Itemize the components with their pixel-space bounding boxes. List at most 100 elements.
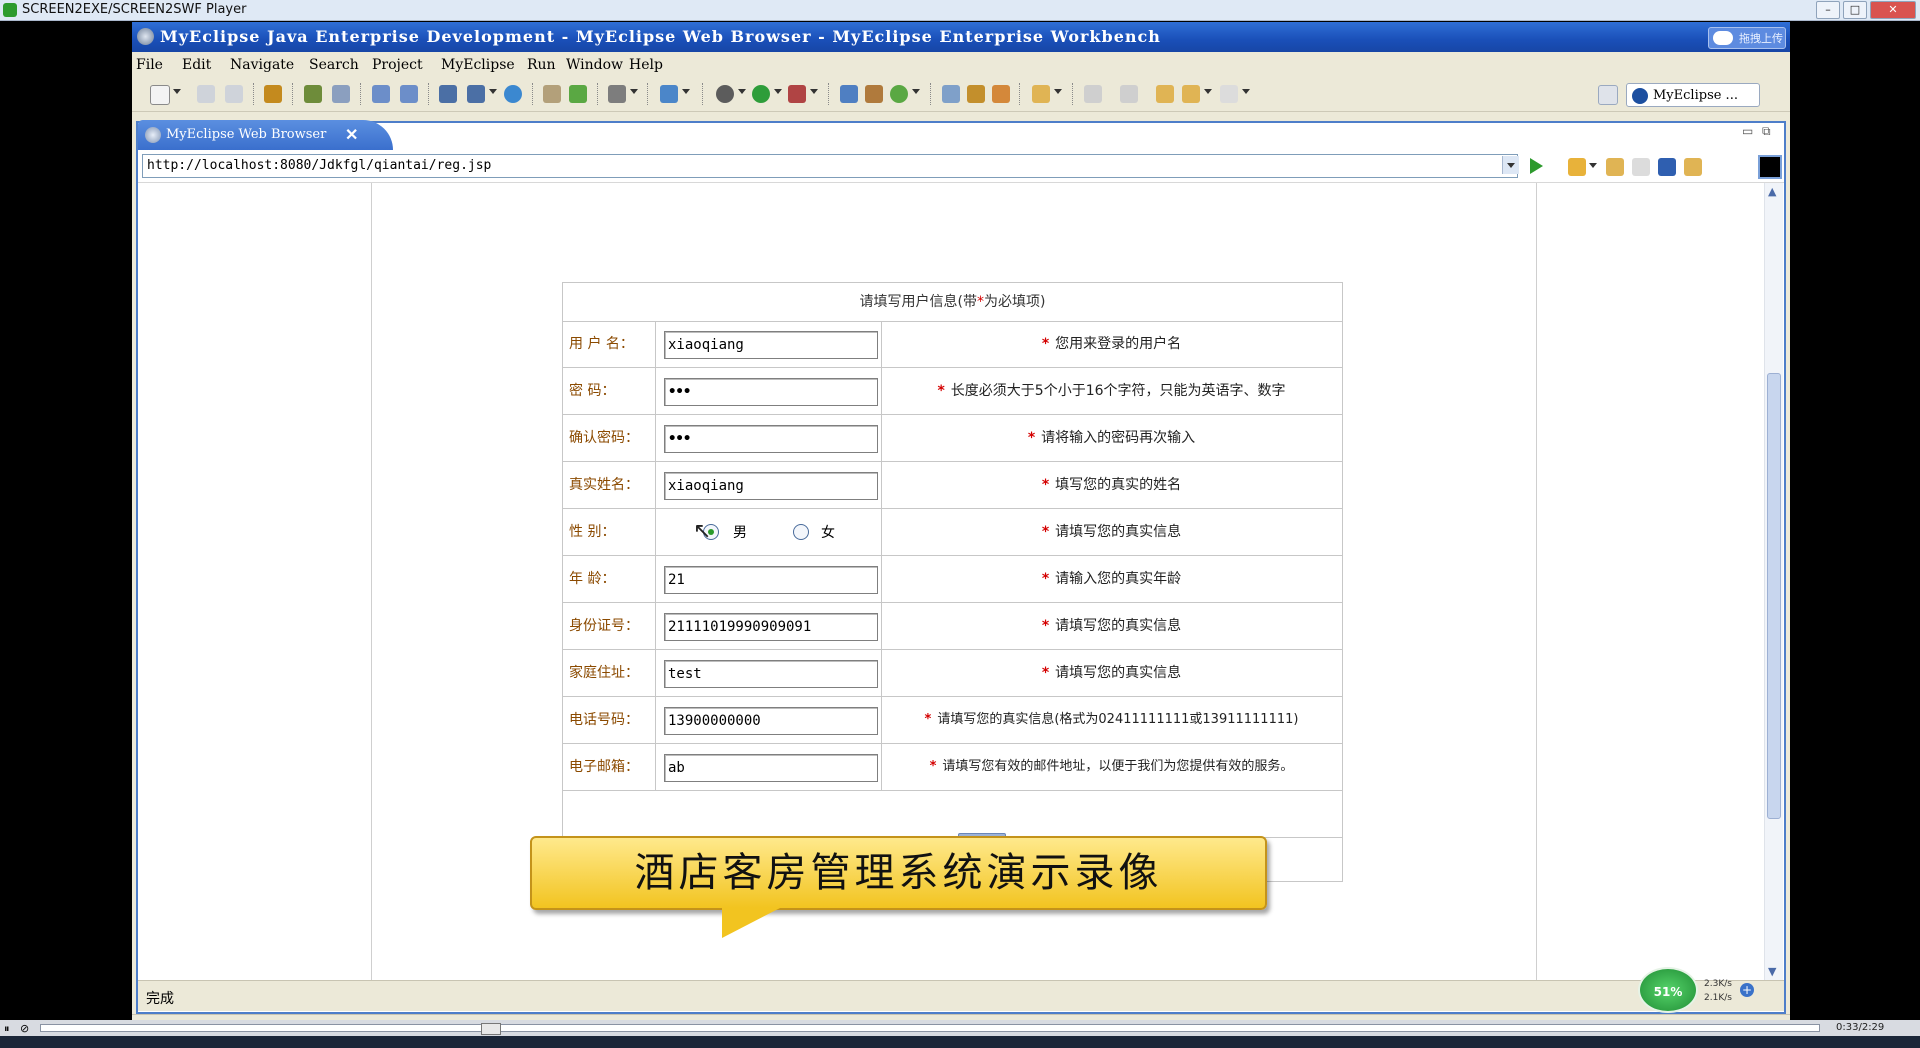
phone-hint: * 请填写您的真实信息(格式为02411111111或13911111111) [881, 697, 1342, 743]
stop-icon[interactable] [1658, 158, 1676, 176]
debug-icon[interactable] [304, 85, 322, 103]
add-icon[interactable] [569, 85, 587, 103]
package-icon[interactable] [264, 85, 282, 103]
new-interface-icon[interactable] [865, 85, 883, 103]
scroll-up-icon[interactable]: ▲ [1768, 185, 1776, 198]
print-icon[interactable] [225, 85, 243, 103]
address-input[interactable]: test [664, 660, 878, 688]
password-input[interactable]: ••• [664, 378, 878, 406]
new-dropdown-icon[interactable] [173, 89, 181, 94]
username-input[interactable]: xiaoqiang [664, 331, 878, 359]
server-dropdown-icon[interactable] [489, 89, 497, 94]
required-mark: * [1041, 665, 1050, 681]
menu-navigate[interactable]: Navigate [230, 57, 294, 73]
menu-myeclipse[interactable]: MyEclipse [441, 57, 515, 73]
real-name-input[interactable]: xiaoqiang [664, 472, 878, 500]
maximize-view-icon[interactable]: ⧉ [1762, 124, 1771, 139]
search-java-icon[interactable] [372, 85, 390, 103]
scroll-down-icon[interactable]: ▼ [1768, 965, 1776, 978]
external-tools-icon[interactable] [788, 85, 806, 103]
seek-bar[interactable] [40, 1023, 1820, 1035]
form-heading: 请填写用户信息(带*为必填项) [563, 283, 1342, 322]
menu-window[interactable]: Window [566, 57, 623, 73]
folder-icon[interactable] [1032, 85, 1050, 103]
email-input[interactable]: ab [664, 754, 878, 782]
refresh-dropdown-icon[interactable] [912, 89, 920, 94]
browser-back-icon[interactable] [1606, 158, 1624, 176]
save-icon[interactable] [197, 85, 215, 103]
url-input[interactable]: http://localhost:8080/Jdkfgl/qiantai/reg… [142, 154, 1518, 178]
open-type-icon[interactable] [942, 85, 960, 103]
camera-icon[interactable] [608, 85, 626, 103]
gender-female-radio[interactable] [793, 524, 809, 540]
search-icon[interactable] [400, 85, 418, 103]
favorites-dropdown-icon[interactable] [1589, 163, 1597, 168]
run-dropdown-icon[interactable] [774, 89, 782, 94]
browser-mode-icon[interactable] [1758, 155, 1782, 179]
stop-playback-icon[interactable]: ⊘ [20, 1022, 29, 1035]
menu-file[interactable]: File [136, 57, 163, 73]
close-icon[interactable]: ✕ [345, 120, 358, 150]
heading-prefix: 请填写用户信息(带 [859, 294, 977, 310]
open-folder-icon[interactable] [543, 85, 561, 103]
server-icon[interactable] [332, 85, 350, 103]
plus-icon[interactable]: + [1740, 983, 1754, 997]
maximize-button[interactable]: □ [1843, 1, 1867, 19]
tools-dropdown-icon[interactable] [810, 89, 818, 94]
back-dropdown-icon[interactable] [1204, 89, 1212, 94]
tab-web-browser[interactable]: MyEclipse Web Browser ✕ [138, 120, 393, 150]
forward-icon[interactable] [1220, 85, 1238, 103]
new-class-icon[interactable] [840, 85, 858, 103]
debug-dropdown-icon[interactable] [738, 89, 746, 94]
new-icon[interactable] [150, 85, 170, 105]
phone-input[interactable]: 13900000000 [664, 707, 878, 735]
folder-dropdown-icon[interactable] [1054, 89, 1062, 94]
favorites-icon[interactable] [1568, 158, 1586, 176]
open-resource-icon[interactable] [992, 85, 1010, 103]
cell-divider [655, 697, 656, 743]
go-icon[interactable] [1530, 158, 1543, 174]
confirm-password-input[interactable]: ••• [664, 425, 878, 453]
age-input[interactable]: 21 [664, 566, 878, 594]
menu-project[interactable]: Project [372, 57, 423, 73]
camera-dropdown-icon[interactable] [630, 89, 638, 94]
cell-divider [655, 509, 656, 555]
server-run-icon[interactable] [467, 85, 485, 103]
previous-annotation-icon[interactable] [1120, 85, 1138, 103]
minimize-button[interactable]: – [1816, 1, 1840, 19]
open-perspective-icon[interactable] [1598, 85, 1618, 105]
perspective-button[interactable]: MyEclipse ... [1626, 83, 1760, 107]
scrollbar-thumb[interactable] [1767, 373, 1781, 819]
pause-icon[interactable]: ⏸ [4, 1022, 10, 1036]
id-number-input[interactable]: 21111019990909091 [664, 613, 878, 641]
cell-divider [655, 650, 656, 696]
upload-speed: 2.3K/s [1704, 979, 1732, 989]
menu-run[interactable]: Run [527, 57, 556, 73]
browser-forward-icon[interactable] [1632, 158, 1650, 176]
minimize-view-icon[interactable]: ▭ [1742, 124, 1753, 138]
url-history-dropdown[interactable] [1502, 156, 1519, 174]
close-button[interactable]: ✕ [1870, 1, 1916, 19]
network-monitor[interactable]: 51% [1638, 967, 1698, 1013]
wizard-dropdown-icon[interactable] [682, 89, 690, 94]
refresh-icon[interactable] [890, 85, 908, 103]
page-scrollbar[interactable]: ▲ ▼ [1764, 183, 1783, 983]
back-icon[interactable] [1182, 85, 1200, 103]
browser-icon[interactable] [504, 85, 522, 103]
last-edit-icon[interactable] [1156, 85, 1174, 103]
deploy-icon[interactable] [439, 85, 457, 103]
cell-divider [655, 744, 656, 790]
run-icon[interactable] [752, 85, 770, 103]
next-annotation-icon[interactable] [1084, 85, 1102, 103]
open-task-icon[interactable] [967, 85, 985, 103]
debug-run-icon[interactable] [716, 85, 734, 103]
new-wizard-icon[interactable] [660, 85, 678, 103]
menu-edit[interactable]: Edit [182, 57, 211, 73]
status-bar: 完成 51% 2.3K/s 2.1K/s + [138, 967, 1784, 1013]
menu-help[interactable]: Help [629, 57, 663, 73]
upload-button[interactable]: 拖拽上传 [1708, 27, 1786, 49]
forward-dropdown-icon[interactable] [1242, 89, 1250, 94]
menu-search[interactable]: Search [309, 57, 359, 73]
seek-knob[interactable] [481, 1023, 501, 1035]
reload-icon[interactable] [1684, 158, 1702, 176]
